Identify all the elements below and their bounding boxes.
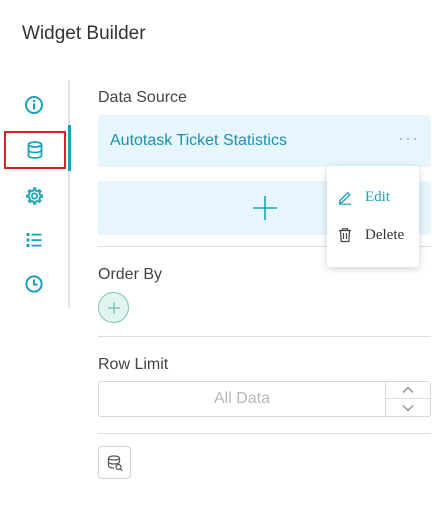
order-by-label: Order By — [98, 266, 163, 283]
row-limit-stepper — [385, 381, 431, 417]
database-query-icon — [107, 454, 123, 471]
plus-icon — [107, 301, 120, 314]
data-source-context-menu: Edit Delete — [327, 166, 419, 267]
data-source-name: Autotask Ticket Statistics — [110, 132, 287, 149]
delete-label: Delete — [365, 226, 405, 243]
database-icon — [27, 141, 43, 159]
active-nav-indicator — [68, 125, 71, 171]
decrement-button[interactable] — [386, 399, 430, 416]
row-limit-input[interactable]: All Data — [98, 381, 386, 417]
query-editor-button[interactable] — [98, 446, 131, 479]
row-limit-label: Row Limit — [98, 356, 169, 373]
menu-item-delete[interactable]: Delete — [337, 223, 404, 247]
chevron-down-icon — [402, 404, 414, 411]
gear-icon — [26, 187, 43, 205]
nav-item-data-source[interactable] — [4, 131, 66, 169]
data-source-label: Data Source — [98, 89, 187, 106]
chevron-up-icon — [402, 386, 414, 393]
row-limit-placeholder: All Data — [213, 390, 271, 407]
nav-item-settings[interactable] — [17, 179, 51, 213]
trash-icon — [339, 228, 351, 243]
data-source-card[interactable]: Autotask Ticket Statistics ··· — [98, 115, 431, 167]
plus-icon — [252, 196, 277, 220]
divider — [98, 336, 431, 337]
increment-button[interactable] — [386, 382, 430, 399]
list-icon — [26, 233, 42, 247]
more-dots-icon[interactable]: ··· — [398, 129, 419, 147]
page-title: Widget Builder — [22, 23, 146, 44]
edit-label: Edit — [365, 188, 390, 205]
nav-item-info[interactable] — [17, 88, 51, 122]
info-icon — [25, 96, 43, 114]
clock-icon — [25, 275, 43, 293]
divider — [98, 433, 431, 434]
pencil-icon — [338, 191, 351, 205]
builder-side-nav — [0, 80, 71, 308]
add-order-by-button[interactable] — [98, 292, 129, 323]
nav-item-fields[interactable] — [17, 223, 51, 257]
nav-item-schedule[interactable] — [17, 267, 51, 301]
menu-item-edit[interactable]: Edit — [337, 185, 390, 209]
